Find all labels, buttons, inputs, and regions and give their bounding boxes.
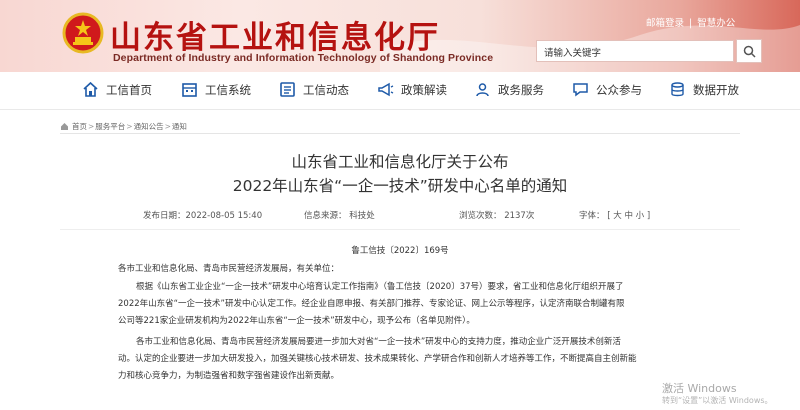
activation-watermark-title: 激活 Windows xyxy=(662,382,737,395)
building-icon xyxy=(182,83,197,97)
breadcrumb-separator: > xyxy=(164,122,171,131)
data-icon xyxy=(671,82,684,97)
nav-item-system[interactable]: 工信系统 xyxy=(181,81,251,98)
main-nav: 工信首页 工信系统 工信动态 政策解读 政务服务 公众参与 数据开放 xyxy=(0,72,800,110)
nav-label: 工信首页 xyxy=(106,82,152,97)
breadcrumb-item[interactable]: 服务平台 xyxy=(95,121,125,132)
activation-watermark-hint: 转到“设置”以激活 Windows。 xyxy=(662,396,773,405)
breadcrumb-item[interactable]: 首页 xyxy=(72,121,87,132)
nav-label: 数据开放 xyxy=(693,82,739,97)
nav-label: 工信系统 xyxy=(205,82,251,97)
font-size-options[interactable]: [ 大 中 小 ] xyxy=(607,211,650,221)
search-icon xyxy=(743,45,756,58)
site-subtitle: Department of Industry and Information T… xyxy=(113,52,494,64)
breadcrumb-item[interactable]: 通知公告 xyxy=(134,121,164,132)
nav-item-open-data[interactable]: 数据开放 xyxy=(669,81,739,98)
smart-office-link[interactable]: 智慧办公 xyxy=(697,18,735,29)
view-count: 浏览次数： 2137次 xyxy=(459,211,535,221)
search-input[interactable]: 请输入关键字 xyxy=(536,40,734,62)
font-size-control: 字体： [ 大 中 小 ] xyxy=(579,209,650,221)
search-button[interactable] xyxy=(736,39,762,63)
paragraph-line: 动。认定的企业要进一步加大研发投入，加强关键核心技术研发、技术成果转化、产学研合… xyxy=(118,354,637,364)
breadcrumb-separator: > xyxy=(88,122,95,131)
site-header: 山东省工业和信息化厅 Department of Industry and In… xyxy=(0,0,800,72)
nav-item-dynamics[interactable]: 工信动态 xyxy=(279,81,349,98)
nav-item-policy[interactable]: 政策解读 xyxy=(377,81,447,98)
font-size-label: 字体： xyxy=(579,211,605,221)
national-emblem-icon[interactable] xyxy=(62,12,104,54)
nav-label: 公众参与 xyxy=(596,82,642,97)
link-separator: | xyxy=(689,18,693,29)
breadcrumb: 首页 > 服务平台 > 通知公告 > 通知 xyxy=(60,121,187,132)
nav-label: 政务服务 xyxy=(498,82,544,97)
paragraph-line: 各市工业和信息化局、青岛市民营经济发展局要进一步加大对省“一企一技术”研发中心的… xyxy=(136,337,621,347)
document-number: 鲁工信技〔2022〕169号 xyxy=(351,246,449,256)
site-title[interactable]: 山东省工业和信息化厅 xyxy=(110,12,440,57)
article-title-line1: 山东省工业和信息化厅关于公布 xyxy=(291,153,509,171)
service-icon xyxy=(476,83,489,97)
nav-item-home[interactable]: 工信首页 xyxy=(82,81,152,98)
nav-label: 政策解读 xyxy=(401,82,447,97)
nav-item-services[interactable]: 政务服务 xyxy=(474,81,544,98)
top-links: 邮箱登录 | 智慧办公 xyxy=(646,15,735,29)
news-icon xyxy=(280,82,295,97)
breadcrumb-separator: > xyxy=(126,122,133,131)
paragraph-line: 力和核心竞争力，为制造强省和数字强省建设作出新贡献。 xyxy=(118,371,340,381)
info-source: 信息来源： 科技处 xyxy=(304,211,375,221)
home-small-icon xyxy=(61,123,68,130)
paragraph-line: 公司等221家企业研发机构为2022年山东省“一企一技术”研发中心，现予公布（名… xyxy=(118,316,475,326)
salutation: 各市工业和信息化局、青岛市民营经济发展局，有关单位： xyxy=(118,264,340,274)
home-icon xyxy=(83,81,98,97)
chat-icon xyxy=(573,83,588,97)
publish-date: 发布日期：2022-08-05 15:40 xyxy=(143,211,263,221)
breadcrumb-divider xyxy=(60,133,740,134)
megaphone-icon xyxy=(378,82,394,97)
meta-divider xyxy=(60,229,740,230)
nav-item-participation[interactable]: 公众参与 xyxy=(572,81,642,98)
paragraph-line: 2022年山东省“一企一技术”研发中心认定工作。经企业自愿申报、有关部门推荐、专… xyxy=(118,299,625,309)
breadcrumb-item[interactable]: 通知 xyxy=(172,121,187,132)
nav-label: 工信动态 xyxy=(303,82,349,97)
paragraph-line: 根据《山东省工业企业“一企一技术”研发中心培育认定工作指南》（鲁工信技〔2020… xyxy=(136,282,624,292)
article-title-line2: 2022年山东省“一企一技术”研发中心名单的通知 xyxy=(232,177,568,195)
mail-login-link[interactable]: 邮箱登录 xyxy=(646,18,684,29)
